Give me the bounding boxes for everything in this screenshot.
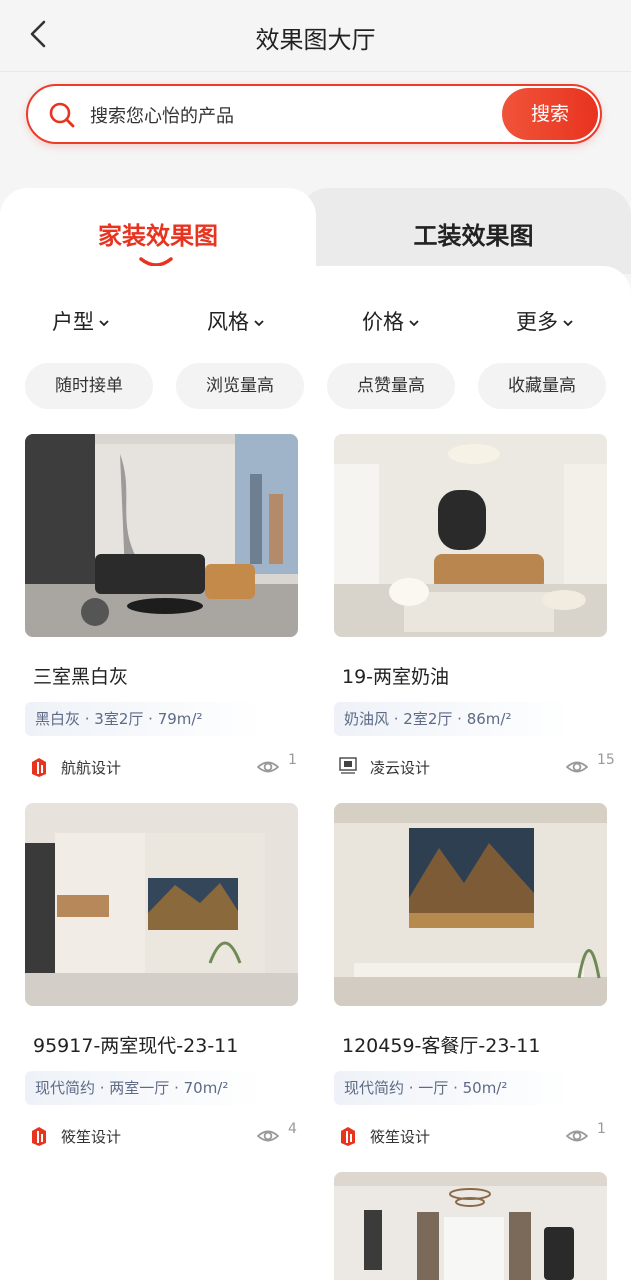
brand-name[interactable]: 航航设计 (61, 757, 121, 778)
view-count: 1 (288, 752, 297, 768)
eye-icon (566, 1130, 588, 1142)
design-card[interactable]: 95917-两室现代-23-11 现代简约 · 两室一厅 · 70m/² 筱笙设… (25, 803, 298, 1153)
card-tags: 奶油风 · 2室2厅 · 86m/² (334, 702, 572, 736)
view-count: 1 (597, 1121, 606, 1137)
eye-icon (257, 1130, 279, 1142)
chevron-down-icon (563, 320, 573, 327)
brand-logo-icon (339, 757, 357, 774)
filter-more[interactable]: 更多 (516, 306, 574, 336)
brand-name[interactable]: 筱笙设计 (61, 1126, 121, 1147)
chip-most-viewed[interactable]: 浏览量高 (176, 363, 304, 409)
tab-home-design-label: 家装效果图 (98, 222, 218, 250)
card-tags: 黑白灰 · 3室2厅 · 79m/² (25, 702, 263, 736)
nav-bar: 效果图大厅 (0, 0, 631, 72)
brand-logo-icon (341, 1127, 355, 1146)
search-icon (49, 102, 75, 128)
sort-chips: 随时接单 浏览量高 点赞量高 收藏量高 (0, 363, 631, 409)
design-card[interactable] (334, 1172, 607, 1280)
page-title: 效果图大厅 (255, 26, 376, 54)
chevron-down-icon (409, 320, 419, 327)
filter-price[interactable]: 价格 (362, 306, 420, 336)
search-bar[interactable]: 搜索您心怡的产品 搜索 (26, 84, 602, 144)
chevron-down-icon (254, 320, 264, 327)
chip-most-liked[interactable]: 点赞量高 (327, 363, 455, 409)
design-card[interactable]: 19-两室奶油 奶油风 · 2室2厅 · 86m/² 凌云设计 15 (334, 434, 615, 784)
card-tags: 现代简约 · 两室一厅 · 70m/² (25, 1071, 263, 1105)
filter-label: 价格 (362, 310, 404, 334)
room-photo (25, 803, 298, 1006)
card-title: 95917-两室现代-23-11 (33, 1035, 239, 1057)
filter-bar: 户型 风格 价格 更多 (0, 306, 631, 338)
eye-icon (566, 761, 588, 773)
filter-label: 更多 (516, 310, 558, 334)
card-tags: 现代简约 · 一厅 · 50m/² (334, 1071, 572, 1105)
filter-layout[interactable]: 户型 (52, 306, 110, 336)
design-card[interactable]: 三室黑白灰 黑白灰 · 3室2厅 · 79m/² 航航设计 1 (25, 434, 298, 784)
eye-icon (257, 761, 279, 773)
filter-style[interactable]: 风格 (207, 306, 265, 336)
category-tabs: 家装效果图 工装效果图 (0, 188, 631, 288)
chip-most-favorited[interactable]: 收藏量高 (478, 363, 606, 409)
chip-available[interactable]: 随时接单 (25, 363, 153, 409)
card-title: 三室黑白灰 (33, 666, 129, 688)
filter-label: 风格 (207, 310, 249, 334)
tab-commercial-design[interactable]: 工装效果图 (316, 216, 631, 251)
view-count: 4 (288, 1121, 297, 1137)
filter-label: 户型 (52, 310, 94, 334)
brand-logo-icon (32, 1127, 46, 1146)
search-button[interactable]: 搜索 (502, 88, 598, 140)
room-photo (25, 434, 298, 637)
card-title: 19-两室奶油 (342, 666, 450, 688)
room-photo (334, 803, 607, 1006)
chevron-down-icon (99, 320, 109, 327)
search-input[interactable]: 搜索您心怡的产品 (90, 102, 234, 128)
view-count: 15 (597, 752, 615, 768)
card-title: 120459-客餐厅-23-11 (342, 1035, 541, 1057)
design-card[interactable]: 120459-客餐厅-23-11 现代简约 · 一厅 · 50m/² 筱笙设计 … (334, 803, 607, 1153)
brand-logo-icon (32, 758, 46, 777)
brand-name[interactable]: 凌云设计 (370, 757, 430, 778)
room-photo (334, 434, 607, 637)
brand-name[interactable]: 筱笙设计 (370, 1126, 430, 1147)
room-photo (334, 1172, 607, 1280)
